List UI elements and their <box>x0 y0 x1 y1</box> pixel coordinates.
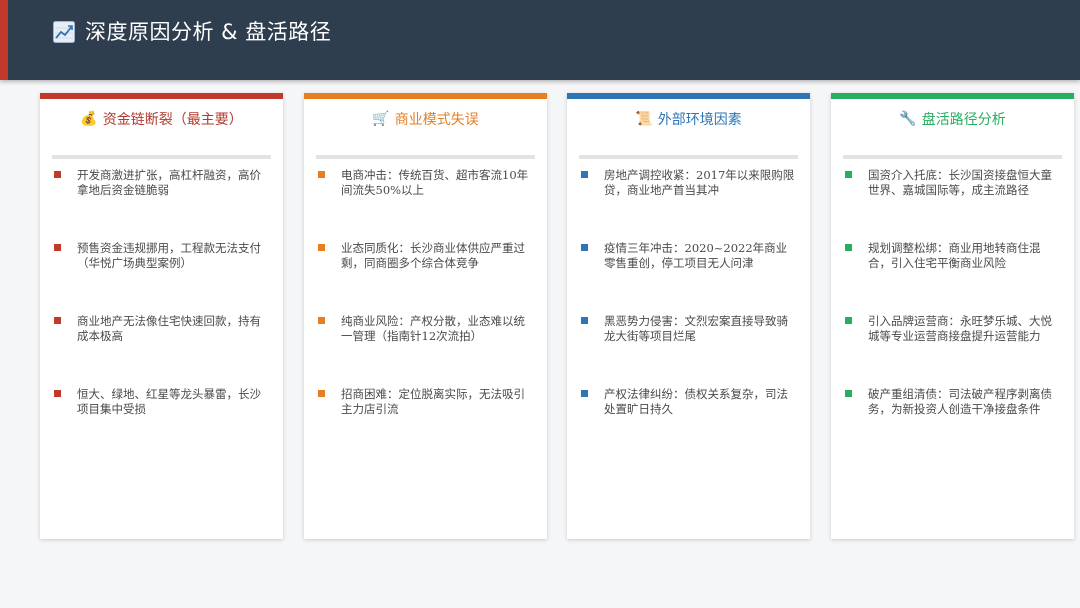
card-top-bar <box>831 93 1074 99</box>
list-item: 电商冲击：传统百货、超市客流10年间流失50%以上 <box>318 168 535 198</box>
money-bag-icon: 💰 <box>80 111 98 127</box>
list-item: 招商困难：定位脱离实际，无法吸引主力店引流 <box>318 387 535 417</box>
scroll-icon: 📜 <box>635 111 653 127</box>
card-revitalization-path: 🔧 盘活路径分析 国资介入托底：长沙国资接盘恒大童世界、嘉城国际等，成主流路径 … <box>831 93 1074 539</box>
card-header: 🔧 盘活路径分析 <box>831 108 1074 130</box>
list-item: 恒大、绿地、红星等龙头暴雷，长沙项目集中受损 <box>54 387 271 417</box>
bullet-icon <box>54 244 61 251</box>
list-item: 商业地产无法像住宅快速回款，持有成本极高 <box>54 314 271 344</box>
bullet-icon <box>845 244 852 251</box>
list-item: 破产重组清债：司法破产程序剥离债务，为新投资人创造干净接盘条件 <box>845 387 1062 417</box>
card-funding-chain: 💰 资金链断裂（最主要） 开发商激进扩张，高杠杆融资，高价拿地后资金链脆弱 预售… <box>40 93 283 539</box>
bullet-icon <box>581 390 588 397</box>
divider <box>52 155 271 159</box>
list-item: 开发商激进扩张，高杠杆融资，高价拿地后资金链脆弱 <box>54 168 271 198</box>
card-top-bar <box>567 93 810 99</box>
bullet-icon <box>54 317 61 324</box>
card-header: 🛒 商业模式失误 <box>304 108 547 130</box>
bullet-icon <box>54 390 61 397</box>
bullet-icon <box>581 171 588 178</box>
list-item: 产权法律纠纷：债权关系复杂，司法处置旷日持久 <box>581 387 798 417</box>
bullet-icon <box>845 390 852 397</box>
bullet-icon <box>845 171 852 178</box>
bullet-icon <box>581 244 588 251</box>
list-item: 引入品牌运营商：永旺梦乐城、大悦城等专业运营商接盘提升运营能力 <box>845 314 1062 344</box>
bullet-icon <box>845 317 852 324</box>
divider <box>579 155 798 159</box>
list-item: 预售资金违规挪用，工程款无法支付（华悦广场典型案例） <box>54 241 271 271</box>
list-item: 国资介入托底：长沙国资接盘恒大童世界、嘉城国际等，成主流路径 <box>845 168 1062 198</box>
card-header: 💰 资金链断裂（最主要） <box>40 108 283 130</box>
list-item: 纯商业风险：产权分散，业态难以统一管理（指南针12次流拍） <box>318 314 535 344</box>
page-title: 深度原因分析 & 盘活路径 <box>85 20 332 44</box>
list-item: 规划调整松绑：商业用地转商住混合，引入住宅平衡商业风险 <box>845 241 1062 271</box>
card-external-factors: 📜 外部环境因素 房地产调控收紧：2017年以来限购限贷，商业地产首当其冲 疫情… <box>567 93 810 539</box>
shopping-cart-icon: 🛒 <box>372 111 390 127</box>
list-item: 疫情三年冲击：2020~2022年商业零售重创，停工项目无人问津 <box>581 241 798 271</box>
card-title: 商业模式失误 <box>394 112 479 128</box>
card-title: 外部环境因素 <box>657 112 742 128</box>
card-top-bar <box>304 93 547 99</box>
bullet-icon <box>318 171 325 178</box>
bullet-icon <box>318 317 325 324</box>
wrench-icon: 🔧 <box>899 111 917 127</box>
header-bar: 深度原因分析 & 盘活路径 <box>0 0 1080 80</box>
card-top-bar <box>40 93 283 99</box>
list-item: 业态同质化：长沙商业体供应严重过剩，同商圈多个综合体竞争 <box>318 241 535 271</box>
list-item: 房地产调控收紧：2017年以来限购限贷，商业地产首当其冲 <box>581 168 798 198</box>
bullet-icon <box>318 390 325 397</box>
card-title: 盘活路径分析 <box>921 112 1006 128</box>
chart-icon <box>53 21 75 43</box>
card-header: 📜 外部环境因素 <box>567 108 810 130</box>
divider <box>843 155 1062 159</box>
bullet-icon <box>318 244 325 251</box>
card-business-model: 🛒 商业模式失误 电商冲击：传统百货、超市客流10年间流失50%以上 业态同质化… <box>304 93 547 539</box>
bullet-icon <box>54 171 61 178</box>
card-title: 资金链断裂（最主要） <box>102 112 243 128</box>
bullet-icon <box>581 317 588 324</box>
list-item: 黑恶势力侵害：文烈宏案直接导致骑龙大街等项目烂尾 <box>581 314 798 344</box>
divider <box>316 155 535 159</box>
header-accent-stripe <box>0 0 8 80</box>
